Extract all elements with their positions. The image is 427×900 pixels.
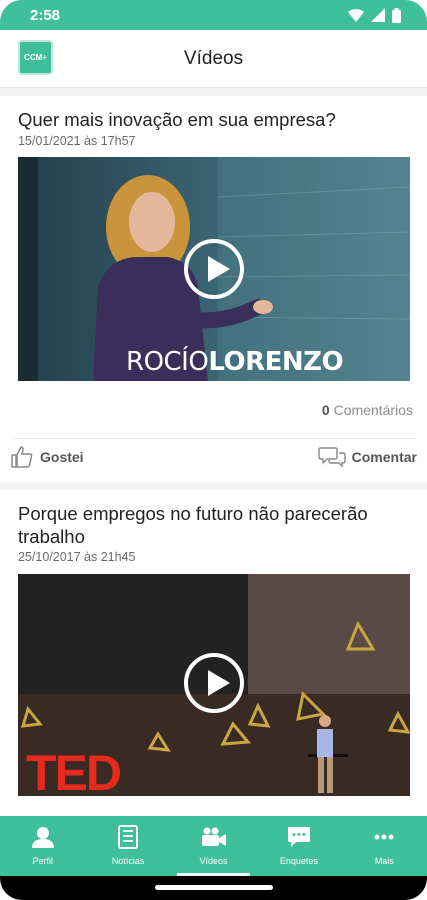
comment-label: Comentar [351,448,417,465]
video-title[interactable]: Porque empregos no futuro não parecerão … [18,502,413,548]
nav-label: Mais [374,856,394,866]
app-screen: 2:58 CCM+ Vídeos Quer mais inovação em s… [0,0,427,900]
nav-label: Enquetes [279,856,318,866]
video-date: 25/10/2017 às 21h45 [18,550,136,564]
play-icon[interactable] [184,239,244,299]
nav-label: Perfil [32,856,53,866]
nav-item-videos[interactable]: Vídeos [171,816,256,876]
video-camera-icon [201,824,227,850]
thumbs-up-icon [11,445,33,468]
wifi-icon [348,8,364,22]
speaker-name-caption: ROCÍOLORENZO [126,347,344,377]
status-icons [348,7,401,23]
like-label: Gostei [40,448,84,465]
video-date: 15/01/2021 às 17h57 [18,134,136,148]
comments-label: Comentários [333,402,413,418]
nav-item-enquetes[interactable]: Enquetes [256,816,341,876]
video-thumbnail[interactable]: ROCÍOLORENZO [18,157,410,381]
speaker-last-name: LORENZO [208,347,344,377]
nav-item-mais[interactable]: Mais [342,816,427,876]
video-title[interactable]: Quer mais inovação em sua empresa? [18,108,413,131]
comments-number: 0 [321,402,330,418]
nav-item-perfil[interactable]: Perfil [0,816,85,876]
person-icon [31,824,54,850]
home-gesture-handle[interactable] [155,885,273,890]
video-card: Porque empregos no futuro não parecerão … [0,490,427,816]
ted-logo: TED [26,745,122,796]
nav-item-noticias[interactable]: Notícias [85,816,170,876]
status-bar: 2:58 [0,0,427,30]
chat-bubble-icon [287,824,311,850]
battery-icon [392,7,401,23]
app-logo[interactable]: CCM+ [18,40,53,75]
bottom-navigation: Perfil Notícias Vídeos Enquetes Mais [0,816,427,876]
comment-bubbles-icon [317,446,346,468]
signal-icon [371,8,385,22]
video-feed[interactable]: Quer mais inovação em sua empresa? 15/01… [0,88,427,816]
newspaper-icon [118,824,139,850]
play-icon[interactable] [184,653,244,713]
post-actions: Gostei Comentar [10,438,417,474]
more-dots-icon [374,824,394,850]
status-time: 2:58 [30,6,61,24]
app-bar: CCM+ Vídeos [0,30,427,88]
page-title: Vídeos [183,47,244,69]
comment-button[interactable]: Comentar [317,446,417,468]
like-button[interactable]: Gostei [10,445,84,469]
system-navigation-bar [0,876,427,900]
speaker-first-name: ROCÍO [126,347,209,377]
nav-label: Vídeos [199,856,228,866]
video-thumbnail[interactable]: TED [18,574,410,796]
nav-label: Notícias [111,856,145,866]
app-logo-text: CCM+ [24,53,47,62]
video-card: Quer mais inovação em sua empresa? 15/01… [0,96,427,482]
comments-count[interactable]: 0 Comentários [322,402,413,418]
